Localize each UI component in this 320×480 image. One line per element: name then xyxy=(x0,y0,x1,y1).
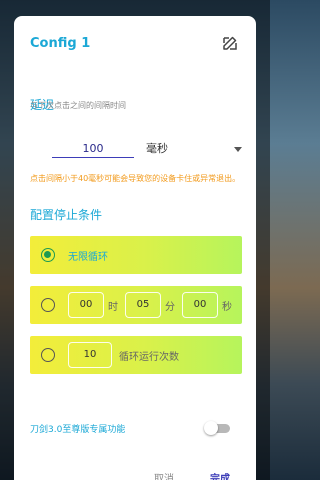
minutes-input[interactable]: 05 xyxy=(125,292,161,318)
dialog-title: Config 1 xyxy=(30,36,91,51)
radio-time-limit[interactable] xyxy=(41,298,55,312)
toggle-thumb xyxy=(204,421,218,435)
done-button[interactable]: 完成 xyxy=(210,470,230,480)
stop-condition-heading: 配置停止条件 xyxy=(30,208,103,222)
cancel-button[interactable]: 取消 xyxy=(154,470,174,480)
seconds-input[interactable]: 00 xyxy=(182,292,218,318)
hours-unit: 时 xyxy=(108,302,118,313)
delay-unit-label: 毫秒 xyxy=(146,142,168,155)
dropdown-arrow-icon xyxy=(234,147,242,152)
delay-subtitle: 与下次点击之间的间隔时间 xyxy=(30,101,126,110)
infinite-loop-label: 无限循环 xyxy=(68,252,108,263)
radio-infinite-loop[interactable] xyxy=(41,248,55,262)
config-dialog: Config 1 延迟 与下次点击之间的间隔时间 100 毫秒 点击间隔小于40… xyxy=(14,16,256,480)
loop-count-input[interactable]: 10 xyxy=(68,342,112,368)
seconds-unit: 秒 xyxy=(222,302,232,313)
option-time-limit[interactable]: 00 时 05 分 00 秒 xyxy=(30,286,242,324)
premium-feature-label: 刀剑3.0至尊版专属功能 xyxy=(30,425,126,435)
loop-count-label: 循环运行次数 xyxy=(119,352,179,363)
option-loop-count[interactable]: 10 循环运行次数 xyxy=(30,336,242,374)
delay-unit-select[interactable]: 毫秒 xyxy=(146,140,242,158)
radio-loop-count[interactable] xyxy=(41,348,55,362)
premium-toggle[interactable] xyxy=(204,421,232,435)
hours-input[interactable]: 00 xyxy=(68,292,104,318)
option-infinite-loop[interactable]: 无限循环 xyxy=(30,236,242,274)
delay-warning: 点击间隔小于40毫秒可能会导致您的设备卡住或异常退出。 xyxy=(30,174,241,183)
minutes-unit: 分 xyxy=(165,302,175,313)
delay-input[interactable]: 100 xyxy=(52,140,134,158)
edit-icon[interactable] xyxy=(221,34,239,52)
